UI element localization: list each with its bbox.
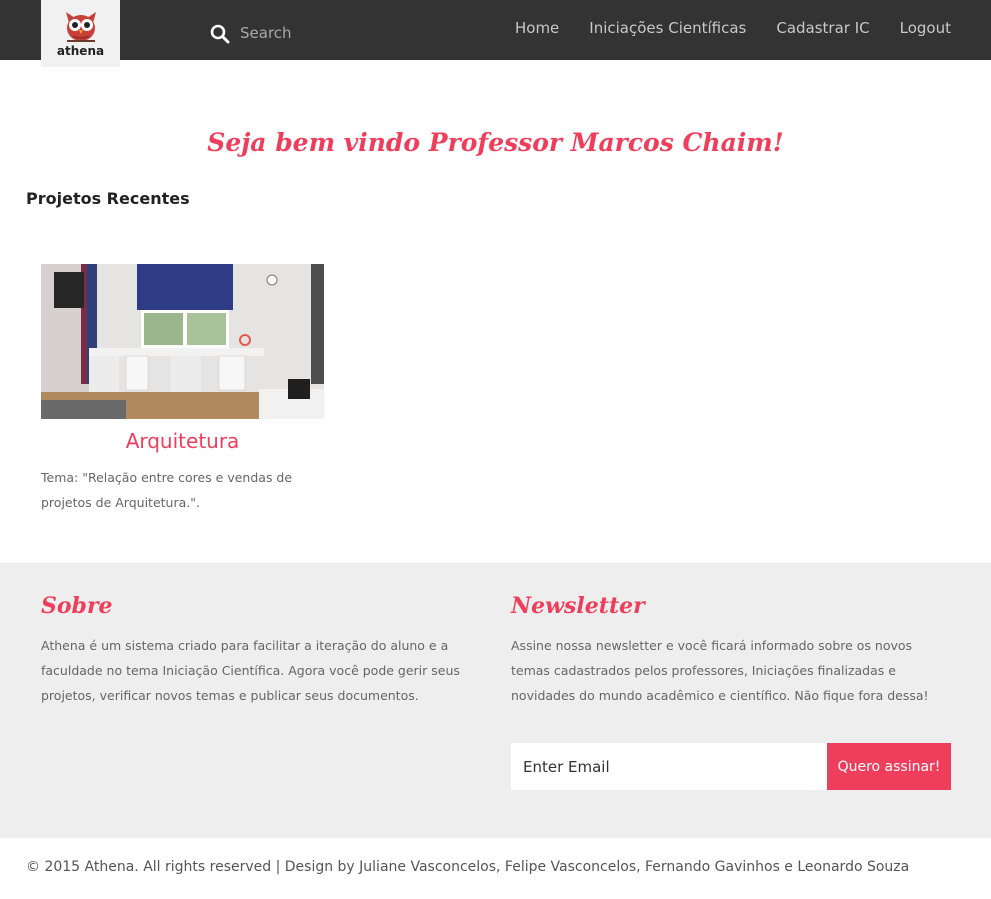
email-input[interactable] (511, 743, 827, 790)
main-nav: Home Iniciações Científicas Cadastrar IC… (485, 0, 951, 56)
owl-icon (65, 12, 96, 42)
about-text: Athena é um sistema criado para facilita… (41, 638, 460, 703)
recent-projects-title: Projetos Recentes (26, 189, 190, 208)
search-bar (210, 14, 410, 52)
nav-cadastrar-ic[interactable]: Cadastrar IC (776, 19, 869, 37)
nav-logout[interactable]: Logout (900, 19, 951, 37)
newsletter-heading: Newsletter (511, 593, 645, 619)
copyright-text: © 2015 Athena. All rights reserved | Des… (26, 859, 910, 875)
search-icon[interactable] (210, 24, 230, 44)
nav-iniciacoes-cientificas[interactable]: Iniciações Científicas (589, 19, 746, 37)
nav-home[interactable]: Home (515, 19, 559, 37)
newsletter-section: Newsletter Assine nossa newsletter e voc… (511, 593, 951, 708)
footer-info: Sobre Athena é um sistema criado para fa… (0, 563, 991, 838)
about-section: Sobre Athena é um sistema criado para fa… (41, 593, 481, 708)
brand-logo[interactable]: athena (41, 0, 120, 67)
project-description: Tema: "Relação entre cores e vendas de p… (41, 470, 293, 510)
subscribe-button[interactable]: Quero assinar! (827, 743, 951, 790)
newsletter-text: Assine nossa newsletter e você ficará in… (511, 638, 929, 703)
project-title[interactable]: Arquitetura (41, 429, 324, 453)
about-heading: Sobre (41, 593, 113, 619)
welcome-heading: Seja bem vindo Professor Marcos Chaim! (207, 128, 784, 157)
brand-name: athena (56, 44, 105, 58)
project-image[interactable] (41, 264, 324, 419)
search-input[interactable] (240, 14, 410, 52)
newsletter-form: Quero assinar! (511, 743, 951, 790)
project-card: Arquitetura Tema: "Relação entre cores e… (41, 264, 324, 515)
navbar: athena Home Iniciações Científicas Cadas… (0, 0, 991, 67)
